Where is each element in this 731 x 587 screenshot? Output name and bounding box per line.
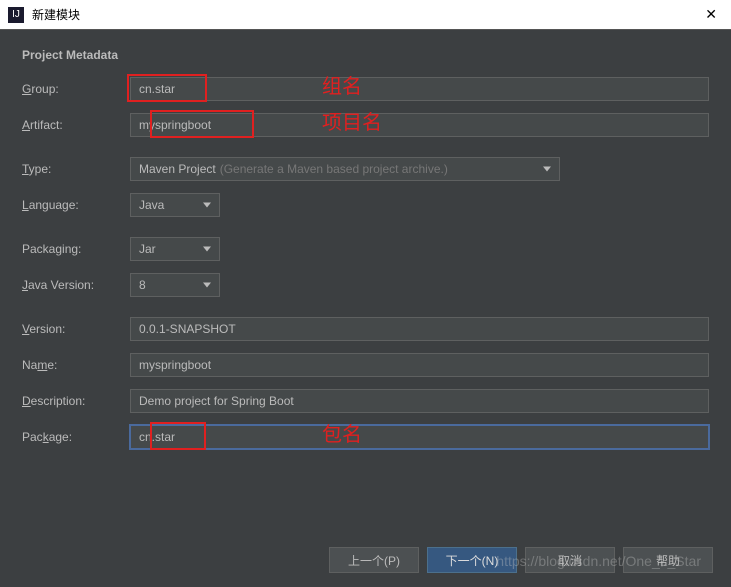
label-type: Type:	[22, 162, 130, 176]
prev-button[interactable]: 上一个(P)	[329, 547, 419, 573]
section-title: Project Metadata	[22, 48, 709, 62]
label-javaversion: Java Version:	[22, 278, 130, 292]
javaversion-combo[interactable]: 8	[130, 273, 220, 297]
label-version: Version:	[22, 322, 130, 336]
cancel-button[interactable]: 取消	[525, 547, 615, 573]
dialog-content: Project Metadata Group: 组名 Artifact: 项目名…	[0, 30, 731, 450]
package-input[interactable]	[130, 425, 709, 449]
packaging-value: Jar	[139, 242, 156, 256]
language-value: Java	[139, 198, 164, 212]
chevron-down-icon	[203, 247, 211, 252]
row-group: Group: 组名	[22, 76, 709, 102]
language-combo[interactable]: Java	[130, 193, 220, 217]
label-description: Description:	[22, 394, 130, 408]
label-packaging: Packaging:	[22, 242, 130, 256]
type-value: Maven Project	[139, 162, 216, 176]
row-packaging: Packaging: Jar	[22, 236, 709, 262]
version-input[interactable]	[130, 317, 709, 341]
row-description: Description:	[22, 388, 709, 414]
next-button[interactable]: 下一个(N)	[427, 547, 517, 573]
chevron-down-icon	[543, 167, 551, 172]
window-title: 新建模块	[32, 6, 699, 23]
row-package: Package: 包名	[22, 424, 709, 450]
row-name: Name:	[22, 352, 709, 378]
row-javaversion: Java Version: 8	[22, 272, 709, 298]
label-language: Language:	[22, 198, 130, 212]
label-group: Group:	[22, 82, 130, 96]
javaversion-value: 8	[139, 278, 146, 292]
titlebar: IJ 新建模块 ✕	[0, 0, 731, 30]
type-hint: (Generate a Maven based project archive.…	[220, 162, 448, 176]
chevron-down-icon	[203, 203, 211, 208]
help-button[interactable]: 帮助	[623, 547, 713, 573]
label-name: Name:	[22, 358, 130, 372]
packaging-combo[interactable]: Jar	[130, 237, 220, 261]
row-version: Version:	[22, 316, 709, 342]
name-input[interactable]	[130, 353, 709, 377]
close-icon[interactable]: ✕	[699, 6, 723, 23]
type-combo[interactable]: Maven Project (Generate a Maven based pr…	[130, 157, 560, 181]
row-artifact: Artifact: 项目名	[22, 112, 709, 138]
label-artifact: Artifact:	[22, 118, 130, 132]
app-icon: IJ	[8, 7, 24, 23]
row-type: Type: Maven Project (Generate a Maven ba…	[22, 156, 709, 182]
button-bar: 上一个(P) 下一个(N) 取消 帮助	[329, 547, 713, 573]
label-package: Package:	[22, 430, 130, 444]
group-input[interactable]	[130, 77, 709, 101]
chevron-down-icon	[203, 283, 211, 288]
description-input[interactable]	[130, 389, 709, 413]
row-language: Language: Java	[22, 192, 709, 218]
artifact-input[interactable]	[130, 113, 709, 137]
